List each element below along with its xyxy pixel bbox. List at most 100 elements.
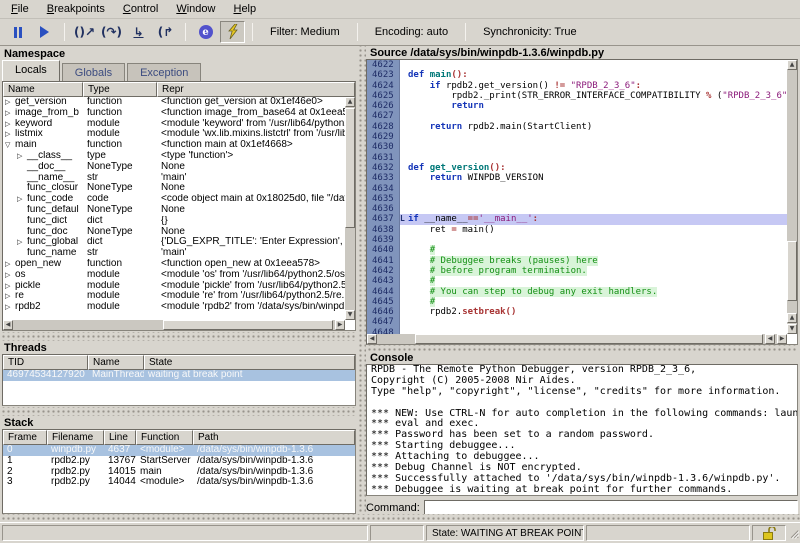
tree-row[interactable]: __doc__ NoneType None (3, 162, 355, 173)
expand-arrow-icon[interactable]: ▷ (5, 291, 15, 302)
expand-arrow-icon[interactable]: ▷ (17, 194, 27, 205)
source-line[interactable]: 4634 (367, 183, 787, 194)
column-header-line[interactable]: Line (104, 430, 136, 445)
line-number[interactable]: 4632 (367, 162, 400, 174)
tree-row[interactable]: ▷ listmix module <module 'wx.lib.mixins.lis… (3, 129, 355, 140)
line-number[interactable]: 4640 (367, 245, 400, 256)
column-header-state[interactable]: State (144, 355, 355, 370)
tree-row[interactable]: ▷ func_global dict {'DLG_EXPR_TITLE': 'Ente… (3, 237, 355, 248)
expand-arrow-icon[interactable]: ▷ (5, 129, 15, 140)
line-number[interactable]: 4636 (367, 204, 400, 215)
source-line[interactable]: 4638 ret = main() (367, 224, 787, 236)
go-button[interactable] (32, 21, 57, 43)
source-line[interactable]: 4625 rpdb2._print(STR_ERROR_INTERFACE_CO… (367, 90, 787, 102)
column-header-type[interactable]: Type (83, 82, 157, 97)
menu-control[interactable]: Control (114, 1, 167, 17)
line-number[interactable]: 4637 (367, 214, 400, 225)
source-line[interactable]: 4628 return rpdb2.main(StartClient) (367, 121, 787, 133)
line-number[interactable]: 4625 (367, 90, 400, 102)
expand-arrow-icon[interactable]: ▷ (5, 302, 15, 313)
source-line[interactable]: 4623 def main(): (367, 70, 787, 81)
line-number[interactable]: 4628 (367, 121, 400, 133)
table-row[interactable]: 46974534127920 MainThread waiting at break… (3, 370, 355, 381)
sash-handle[interactable] (0, 514, 800, 522)
scroll-up-icon[interactable]: ▲ (787, 313, 797, 323)
table-row[interactable]: 2 rpdb2.py 14015 main/data/sys/bin/winpdb-1… (3, 467, 355, 478)
line-number[interactable]: 4635 (367, 193, 400, 205)
step-into-button[interactable]: ()↗ (72, 21, 97, 43)
source-line[interactable]: 4626 return (367, 101, 787, 112)
source-line[interactable]: 4636 (367, 204, 787, 215)
menu-file[interactable]: File (2, 1, 38, 17)
encoding-label[interactable]: Encoding: auto (364, 26, 459, 38)
source-line[interactable]: 4630 (367, 142, 787, 153)
scroll-down-icon[interactable]: ▼ (345, 310, 355, 320)
tree-row[interactable]: ▷ rpdb2 module <module 'rpdb2' from '/data/… (3, 302, 355, 313)
source-line[interactable]: 4632 def get_version(): (367, 162, 787, 174)
console-output[interactable]: RPDB - The Remote Python Debugger, versi… (366, 364, 798, 496)
column-header-frame[interactable]: Frame (3, 430, 47, 445)
tree-row[interactable]: ▷ __class__ type <type 'function'> (3, 151, 355, 162)
tab-globals[interactable]: Globals (61, 63, 126, 81)
scrollbar-thumb[interactable] (163, 320, 333, 330)
synchronicity-label[interactable]: Synchronicity: True (472, 26, 588, 38)
source-line[interactable]: 4633 return WINPDB_VERSION (367, 173, 787, 184)
tree-row[interactable]: func_closur NoneType None (3, 183, 355, 194)
column-header-tid[interactable]: TID (3, 355, 88, 370)
tree-row[interactable]: __name__ str 'main' (3, 173, 355, 184)
scroll-down-icon[interactable]: ▼ (787, 324, 797, 334)
tree-row[interactable]: ▷ os module <module 'os' from '/usr/lib64/p… (3, 270, 355, 281)
tree-row[interactable]: ▷ keyword module <module 'keyword' from '/u… (3, 119, 355, 130)
line-number[interactable]: 4638 (367, 224, 400, 236)
expand-arrow-icon[interactable]: ▷ (5, 259, 15, 270)
tab-locals[interactable]: Locals (2, 60, 60, 81)
line-number[interactable]: 4623 (367, 70, 400, 81)
menu-help[interactable]: Help (224, 1, 265, 17)
source-line[interactable]: 4646 rpdb2.setbreak() (367, 307, 787, 318)
step-over-button[interactable]: (↷) (99, 21, 124, 43)
scrollbar-thumb[interactable] (787, 241, 797, 301)
scroll-right-icon[interactable]: ▶ (777, 334, 787, 344)
line-number[interactable]: 4644 (367, 286, 400, 297)
tree-row[interactable]: func_name str 'main' (3, 248, 355, 259)
tree-row[interactable]: ▷ re module <module 're' from '/usr/lib64/p… (3, 291, 355, 302)
table-row[interactable]: 0 winpdb.py 4637 <module> /data/sys/bin/winp… (3, 445, 355, 456)
expand-arrow-icon[interactable]: ▷ (17, 151, 27, 162)
scrollbar-thumb[interactable] (345, 108, 355, 228)
line-number[interactable]: 4646 (367, 307, 400, 318)
line-number[interactable]: 4624 (367, 80, 400, 91)
line-number[interactable]: 4634 (367, 183, 400, 194)
source-line[interactable]: 4642 # before program termination. (367, 265, 787, 277)
source-line[interactable]: 4639 (367, 235, 787, 246)
step-return-button[interactable]: ↳ (126, 21, 151, 43)
source-line[interactable]: 4640 # (367, 245, 787, 256)
namespace-hscrollbar[interactable]: ◀ ▶ (3, 320, 345, 330)
source-line[interactable]: 4635 (367, 193, 787, 205)
namespace-vscrollbar[interactable]: ▲ ▼ (345, 97, 355, 320)
column-header-repr[interactable]: Repr (157, 82, 355, 97)
expand-arrow-icon[interactable]: ▷ (5, 97, 15, 108)
encoding-button[interactable]: e (193, 21, 218, 43)
column-header-name[interactable]: Name (88, 355, 144, 370)
sash-handle[interactable] (366, 345, 798, 353)
line-number[interactable]: 4629 (367, 132, 400, 143)
scroll-left-icon[interactable]: ◀ (765, 334, 775, 344)
expand-arrow-icon[interactable]: ▷ (5, 270, 15, 281)
tree-row[interactable]: ▷ func_code code <code object main at 0x180… (3, 194, 355, 205)
line-number[interactable]: 4631 (367, 152, 400, 163)
line-number[interactable]: 4643 (367, 276, 400, 287)
line-number[interactable]: 4630 (367, 142, 400, 153)
source-line[interactable]: 4629 (367, 132, 787, 143)
scrollbar-thumb[interactable] (415, 334, 763, 344)
synchronicity-button[interactable] (220, 21, 245, 43)
source-line[interactable]: 4631 (367, 152, 787, 163)
column-header-name[interactable]: Name (3, 82, 83, 97)
line-number[interactable]: 4633 (367, 173, 400, 184)
filter-level-label[interactable]: Filter: Medium (259, 26, 351, 38)
scroll-up-icon[interactable]: ▲ (345, 97, 355, 107)
line-number[interactable]: 4622 (367, 60, 400, 71)
column-header-function[interactable]: Function (136, 430, 193, 445)
step-out-button[interactable]: (↱ (153, 21, 178, 43)
source-line[interactable]: 4647 (367, 317, 787, 328)
menu-breakpoints[interactable]: Breakpoints (38, 1, 114, 17)
